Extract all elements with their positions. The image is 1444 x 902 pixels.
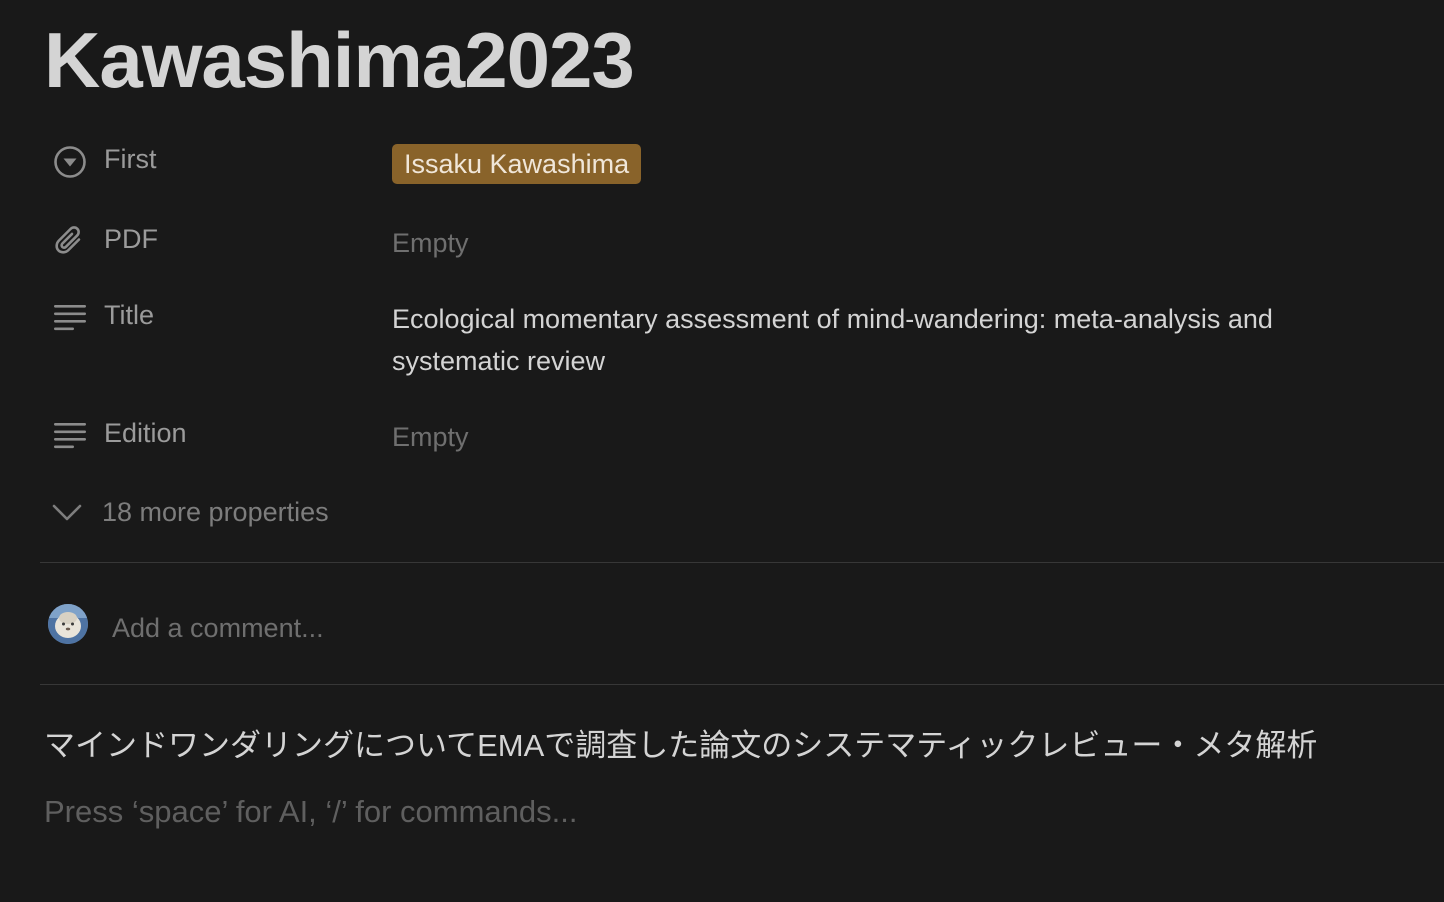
property-value[interactable]: Ecological momentary assessment of mind-… [392, 298, 1382, 382]
more-properties-toggle[interactable]: 18 more properties [44, 494, 384, 534]
paperclip-icon [52, 224, 88, 260]
notion-page: Kawashima2023 First Issaku Kawashima PDF… [0, 0, 1444, 902]
body-text-block[interactable]: マインドワンダリングについてEMAで調査した論文のシステマティックレビュー・メタ… [44, 724, 1317, 768]
divider [40, 562, 1444, 563]
property-value-empty[interactable]: Empty [392, 222, 469, 264]
text-lines-icon [52, 300, 88, 336]
select-icon [52, 144, 88, 180]
person-tag[interactable]: Issaku Kawashima [392, 144, 642, 184]
more-properties-label: 18 more properties [102, 497, 329, 527]
property-value[interactable]: Issaku Kawashima [392, 143, 642, 185]
empty-block-placeholder[interactable]: Press ‘space’ for AI, ‘/’ for commands..… [44, 790, 578, 834]
property-label: Edition [104, 418, 187, 448]
chevron-down-icon [50, 498, 84, 531]
property-row-first[interactable]: First Issaku Kawashima [44, 142, 1424, 186]
page-title[interactable]: Kawashima2023 [44, 14, 635, 106]
property-row-edition[interactable]: Edition Empty [44, 416, 1424, 460]
property-row-pdf[interactable]: PDF Empty [44, 222, 1424, 266]
property-label: PDF [104, 224, 158, 254]
property-label: First [104, 144, 157, 174]
avatar [48, 604, 88, 644]
property-label: Title [104, 300, 155, 330]
text-lines-icon [52, 418, 88, 454]
divider [40, 684, 1444, 685]
property-row-title[interactable]: Title Ecological momentary assessment of… [44, 298, 1424, 382]
comment-input[interactable]: Add a comment... [112, 610, 324, 646]
property-value-empty[interactable]: Empty [392, 416, 469, 458]
